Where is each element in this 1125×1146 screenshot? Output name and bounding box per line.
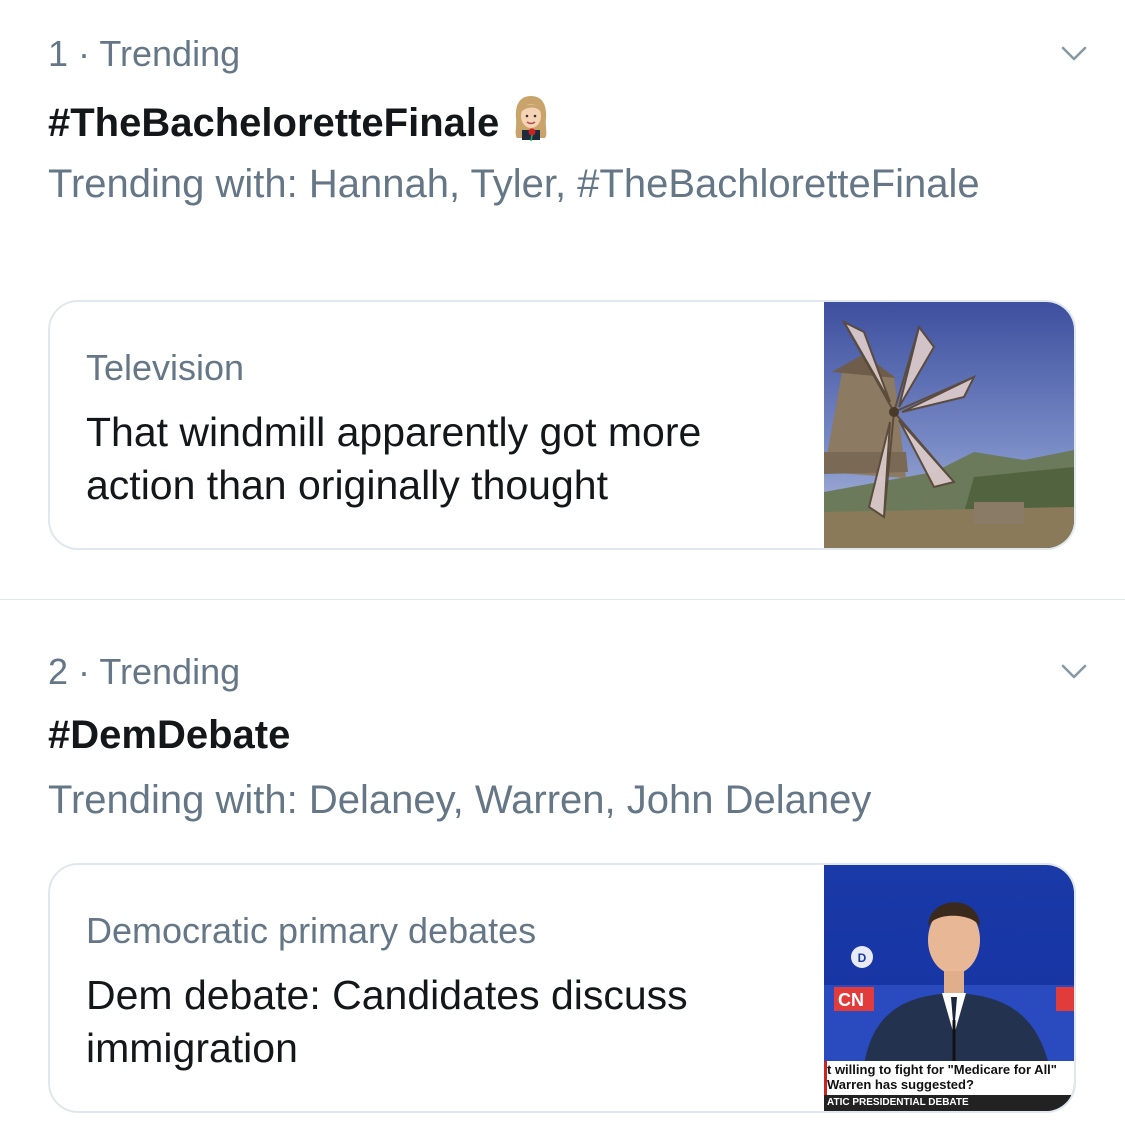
svg-text:D: D: [858, 951, 867, 965]
chevron-down-icon[interactable]: [1061, 658, 1087, 684]
news-card[interactable]: Television That windmill apparently got …: [48, 300, 1076, 550]
chevron-down-icon[interactable]: [1061, 40, 1087, 66]
hashtag-text: #DemDebate: [48, 713, 291, 757]
trend-hashtag[interactable]: #DemDebate: [48, 712, 290, 758]
card-category: Democratic primary debates: [86, 910, 537, 951]
trend-rank-label: 1 · Trending: [48, 33, 241, 74]
card-headline: That windmill apparently got more action…: [86, 409, 702, 508]
debate-thumbnail: D CN t willing to fight for "Medicare fo…: [824, 865, 1074, 1111]
windmill-thumbnail: [824, 302, 1074, 548]
caption-line-2: Warren has suggested?: [827, 1077, 974, 1092]
card-category: Television: [86, 347, 245, 388]
caption-line-1: t willing to fight for "Medicare for All…: [827, 1062, 1057, 1077]
news-card[interactable]: Democratic primary debates Dem debate: C…: [48, 863, 1076, 1113]
svg-text:CN: CN: [838, 990, 864, 1010]
trend-hashtag[interactable]: #TheBacheloretteFinale: [48, 94, 551, 152]
caption-line-3: ATIC PRESIDENTIAL DEBATE: [827, 1097, 969, 1108]
woman-with-rose-emoji-icon: [511, 94, 551, 152]
trend-item-2[interactable]: 2 · Trending #DemDebate Trending with: D…: [0, 600, 1125, 1146]
trending-with-text: Trending with: Delaney, Warren, John Del…: [48, 778, 872, 822]
trending-with-text: Trending with: Hannah, Tyler, #TheBachlo…: [48, 162, 980, 206]
trend-rank-label: 2 · Trending: [48, 651, 241, 692]
hashtag-text: #TheBacheloretteFinale: [48, 101, 500, 145]
trend-item-1[interactable]: 1 · Trending #TheBacheloretteFinale Tren…: [0, 0, 1125, 600]
card-headline: Dem debate: Candidates discuss immigrati…: [86, 972, 688, 1071]
